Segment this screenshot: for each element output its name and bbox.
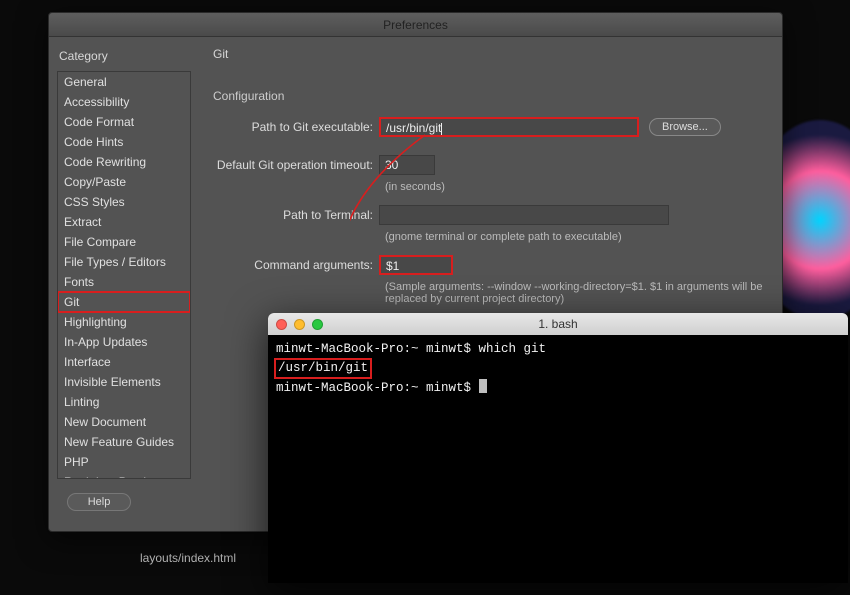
panel-title: Git	[213, 47, 768, 61]
category-item-highlighting[interactable]: Highlighting	[58, 312, 190, 332]
args-hint: (Sample arguments: --window --working-di…	[385, 281, 768, 305]
text-caret	[441, 123, 442, 135]
category-item-php[interactable]: PHP	[58, 452, 190, 472]
git-path-input[interactable]: /usr/bin/git	[379, 117, 639, 137]
category-item-code-format[interactable]: Code Format	[58, 112, 190, 132]
category-item-linting[interactable]: Linting	[58, 392, 190, 412]
terminal-cursor	[479, 379, 487, 393]
terminal-body[interactable]: minwt-MacBook-Pro:~ minwt$ which git/usr…	[268, 335, 848, 403]
args-label: Command arguments:	[213, 255, 379, 272]
section-title: Configuration	[213, 89, 768, 103]
category-item-accessibility[interactable]: Accessibility	[58, 92, 190, 112]
args-input[interactable]: $1	[379, 255, 453, 275]
timeout-hint: (in seconds)	[385, 181, 768, 193]
category-item-new-document[interactable]: New Document	[58, 412, 190, 432]
category-item-new-feature-guides[interactable]: New Feature Guides	[58, 432, 190, 452]
file-tab-path[interactable]: layouts/index.html	[140, 551, 236, 565]
terminal-window: 1. bash minwt-MacBook-Pro:~ minwt$ which…	[268, 313, 848, 583]
category-item-general[interactable]: General	[58, 72, 190, 92]
terminal-path-label: Path to Terminal:	[213, 205, 379, 222]
category-sidebar: Category GeneralAccessibilityCode Format…	[49, 37, 199, 531]
category-item-in-app-updates[interactable]: In-App Updates	[58, 332, 190, 352]
terminal-line: /usr/bin/git	[276, 358, 840, 379]
category-heading: Category	[49, 47, 199, 71]
timeout-input[interactable]: 30	[379, 155, 435, 175]
terminal-hint: (gnome terminal or complete path to exec…	[385, 231, 768, 243]
category-list: GeneralAccessibilityCode FormatCode Hint…	[57, 71, 191, 479]
category-item-copy-paste[interactable]: Copy/Paste	[58, 172, 190, 192]
category-item-git[interactable]: Git	[58, 292, 190, 312]
terminal-path-input[interactable]	[379, 205, 669, 225]
category-item-invisible-elements[interactable]: Invisible Elements	[58, 372, 190, 392]
git-path-value: /usr/bin/git	[386, 121, 441, 135]
category-item-fonts[interactable]: Fonts	[58, 272, 190, 292]
browse-button[interactable]: Browse...	[649, 118, 721, 136]
terminal-line: minwt-MacBook-Pro:~ minwt$ which git	[276, 341, 840, 358]
timeout-label: Default Git operation timeout:	[213, 155, 379, 172]
terminal-title: 1. bash	[268, 317, 848, 331]
help-button[interactable]: Help	[67, 493, 131, 511]
category-item-code-rewriting[interactable]: Code Rewriting	[58, 152, 190, 172]
path-label: Path to Git executable:	[213, 117, 379, 134]
category-item-extract[interactable]: Extract	[58, 212, 190, 232]
category-item-real-time-preview[interactable]: Real-time Preview	[58, 472, 190, 479]
dialog-title: Preferences	[49, 13, 782, 37]
category-item-interface[interactable]: Interface	[58, 352, 190, 372]
category-item-file-compare[interactable]: File Compare	[58, 232, 190, 252]
category-item-css-styles[interactable]: CSS Styles	[58, 192, 190, 212]
terminal-output-highlight: /usr/bin/git	[274, 358, 372, 379]
category-item-file-types-editors[interactable]: File Types / Editors	[58, 252, 190, 272]
terminal-line: minwt-MacBook-Pro:~ minwt$	[276, 379, 840, 397]
terminal-titlebar[interactable]: 1. bash	[268, 313, 848, 335]
category-item-code-hints[interactable]: Code Hints	[58, 132, 190, 152]
